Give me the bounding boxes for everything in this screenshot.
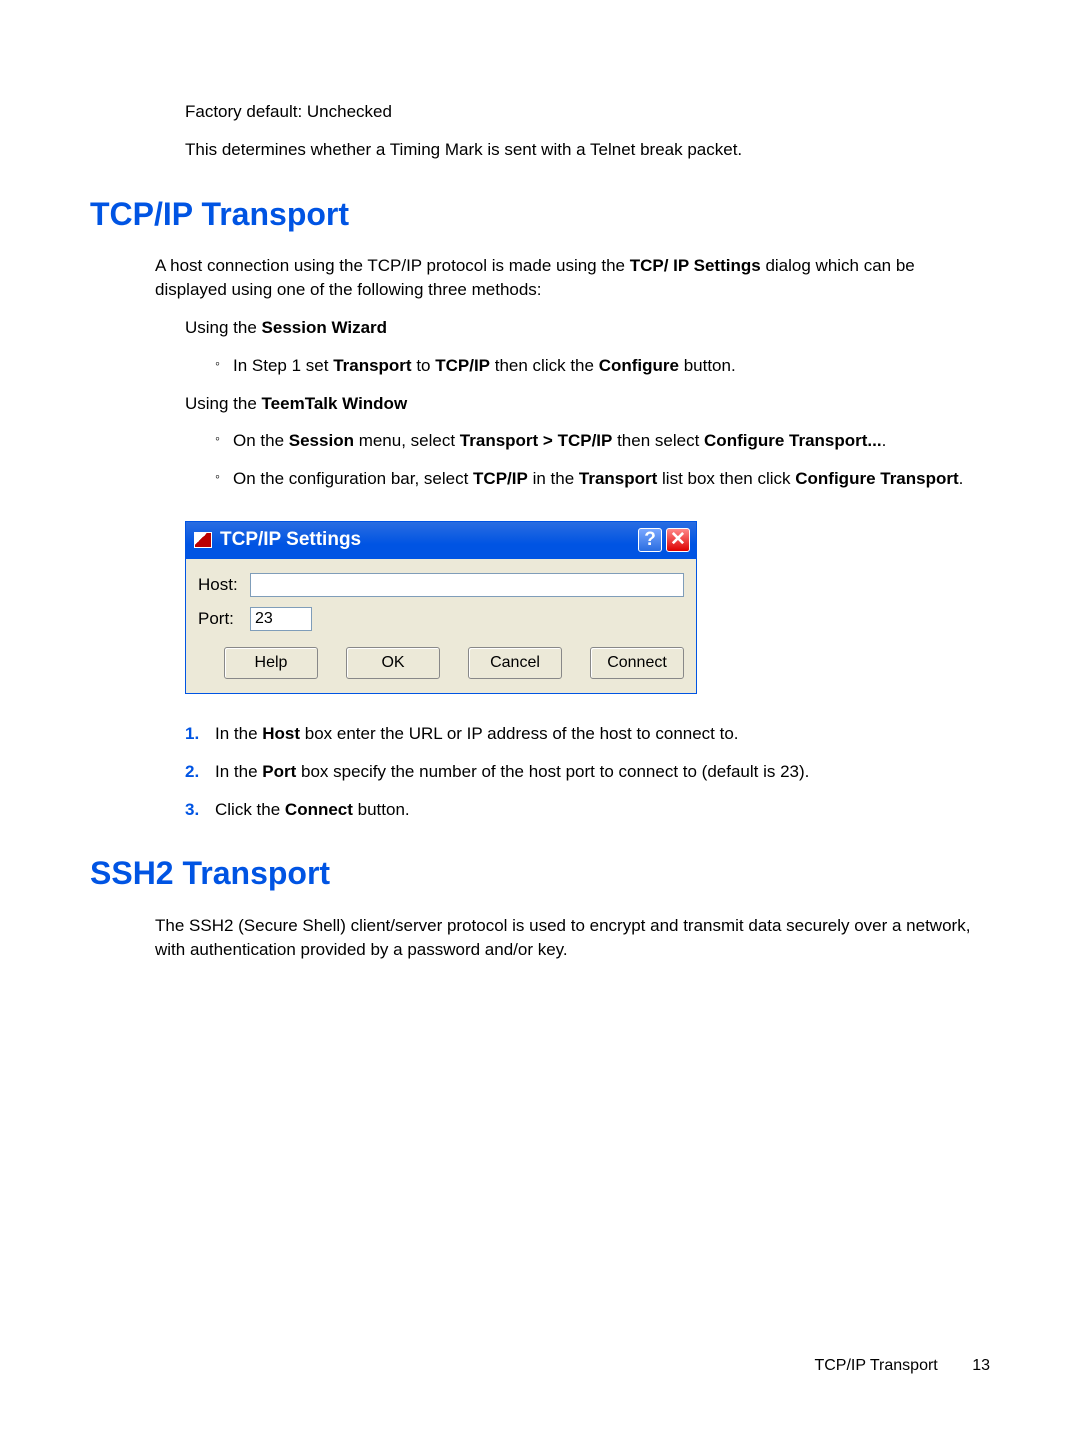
heading-tcpip: TCP/IP Transport (90, 192, 990, 237)
using-teemtalk-window: Using the TeemTalk Window (185, 392, 990, 416)
heading-ssh2: SSH2 Transport (90, 851, 990, 896)
ok-button[interactable]: OK (346, 647, 440, 679)
cancel-button[interactable]: Cancel (468, 647, 562, 679)
tt-step-config-bar: On the configuration bar, select TCP/IP … (215, 467, 990, 491)
using-session-wizard: Using the Session Wizard (185, 316, 990, 340)
connect-button[interactable]: Connect (590, 647, 684, 679)
step-3: 3. Click the Connect button. (185, 798, 990, 822)
sw-step: In Step 1 set Transport to TCP/IP then c… (215, 354, 990, 378)
factory-default-line: Factory default: Unchecked (185, 100, 990, 124)
tt-step-session-menu: On the Session menu, select Transport > … (215, 429, 990, 453)
tcpip-intro: A host connection using the TCP/IP proto… (155, 254, 990, 302)
close-icon[interactable]: ✕ (666, 528, 690, 552)
step-2: 2. In the Port box specify the number of… (185, 760, 990, 784)
help-icon[interactable]: ? (638, 528, 662, 552)
ssh2-intro: The SSH2 (Secure Shell) client/server pr… (155, 914, 990, 962)
dialog-title: TCP/IP Settings (220, 527, 638, 554)
footer-label: TCP/IP Transport (814, 1357, 937, 1374)
app-icon (194, 532, 212, 548)
help-button[interactable]: Help (224, 647, 318, 679)
host-label: Host: (198, 573, 250, 597)
page-number: 13 (972, 1357, 990, 1374)
timing-mark-desc: This determines whether a Timing Mark is… (185, 138, 990, 162)
dialog-title-bar[interactable]: TCP/IP Settings ? ✕ (186, 522, 696, 559)
step-1: 1. In the Host box enter the URL or IP a… (185, 722, 990, 746)
tcpip-settings-dialog: TCP/IP Settings ? ✕ Host: Port: Help OK … (185, 521, 697, 694)
page-footer: TCP/IP Transport 13 (814, 1355, 990, 1377)
port-input[interactable] (250, 607, 312, 631)
host-input[interactable] (250, 573, 684, 597)
port-label: Port: (198, 607, 250, 631)
